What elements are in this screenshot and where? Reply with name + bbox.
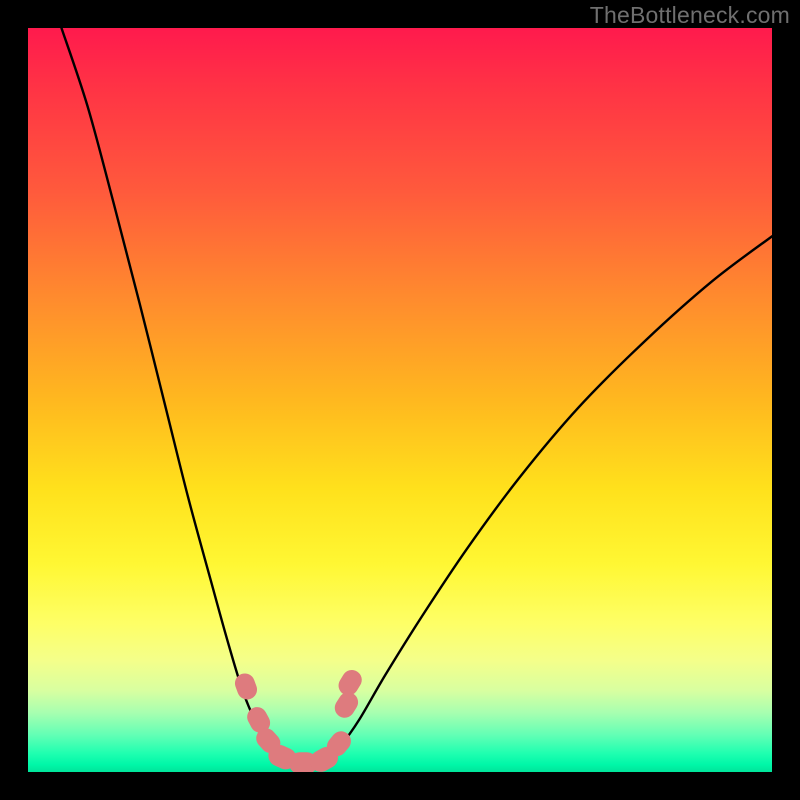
valley-marker — [335, 666, 366, 699]
plot-area — [28, 28, 772, 772]
v-curve-path — [61, 28, 772, 765]
valley-marker — [232, 671, 260, 703]
watermark-text: TheBottleneck.com — [590, 2, 790, 29]
curve-layer — [28, 28, 772, 772]
valley-markers — [232, 666, 365, 772]
bottleneck-curve — [61, 28, 772, 765]
chart-frame: TheBottleneck.com — [0, 0, 800, 800]
